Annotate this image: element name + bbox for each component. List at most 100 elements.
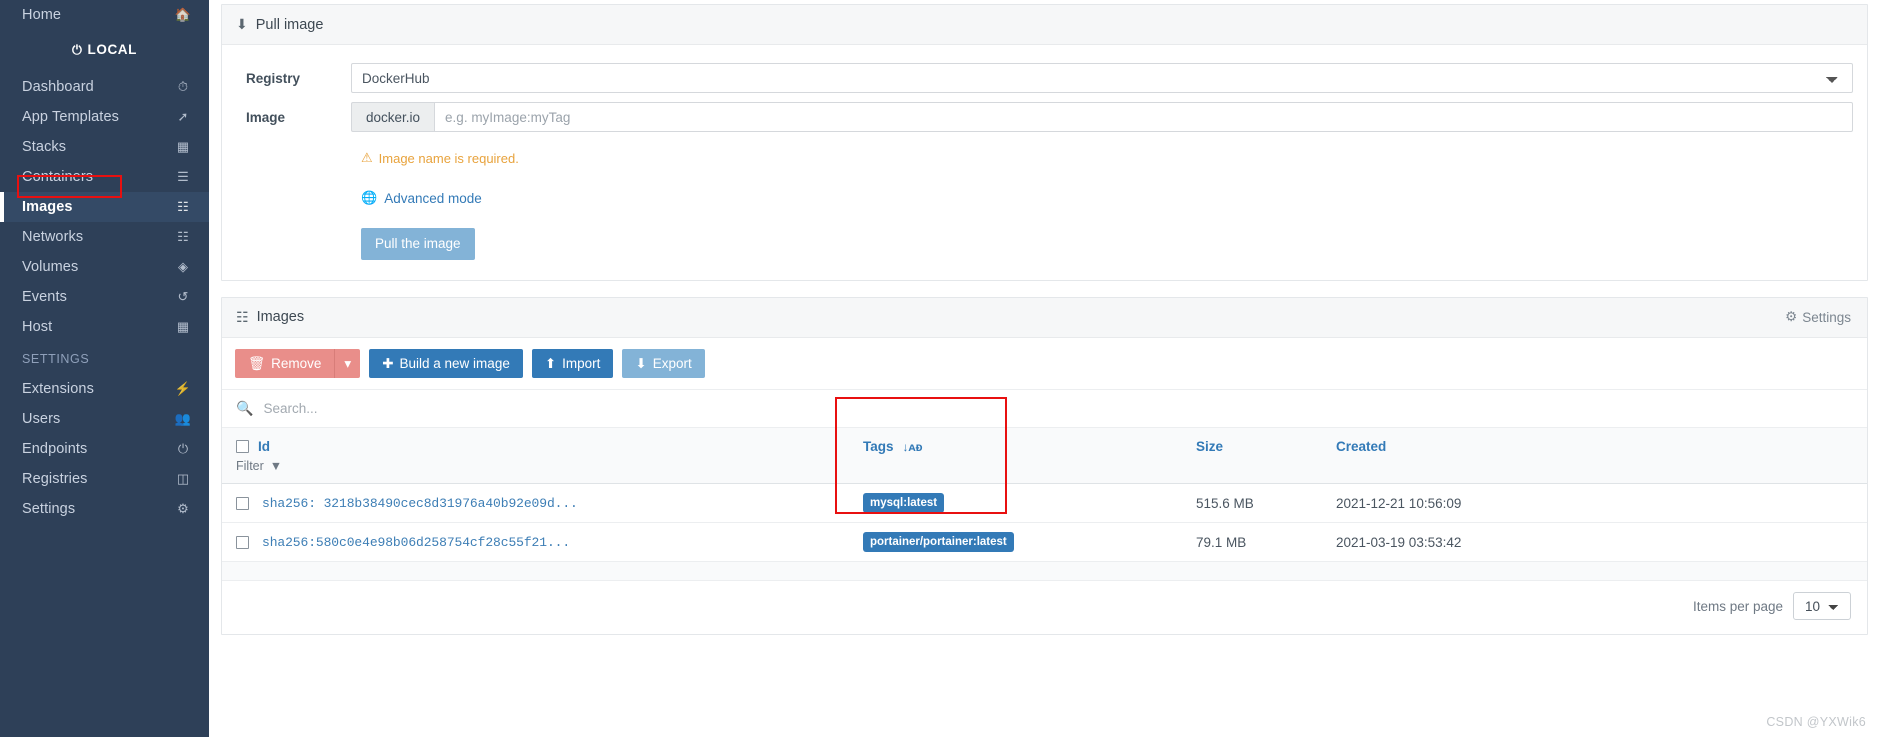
sidebar-item-users[interactable]: Users 👥 — [0, 404, 209, 434]
pull-the-image-button[interactable]: Pull the image — [361, 228, 475, 260]
trash-icon: 🗑 — [248, 355, 266, 371]
home-icon: 🏠 — [174, 7, 192, 22]
pull-the-image-label: Pull the image — [375, 236, 461, 251]
column-header-id-label: Id — [258, 439, 270, 454]
sidebar-item-settings[interactable]: Settings ⚙ — [0, 494, 209, 524]
sidebar-item-home[interactable]: Home 🏠 — [0, 0, 209, 30]
search-icon: 🔍 — [236, 400, 254, 416]
row-checkbox[interactable] — [236, 496, 249, 510]
sidebar-item-events[interactable]: Events ↺ — [0, 282, 209, 312]
cell-created: 2021-12-21 10:56:09 — [1322, 483, 1867, 524]
containers-icon: ☰ — [177, 169, 189, 184]
sidebar-item-networks[interactable]: Networks ☷ — [0, 222, 209, 252]
images-table-body: sha256: 3218b38490cec8d31976a40b92e09d..… — [222, 483, 1867, 582]
footer-cell — [222, 561, 837, 582]
images-panel-title: Images — [256, 309, 305, 325]
registry-label: Registry — [246, 70, 301, 86]
sidebar-item-images[interactable]: Images ☷ — [0, 192, 209, 222]
sidebar-item-label: Home — [22, 7, 62, 23]
remove-button[interactable]: 🗑 Remove — [235, 348, 335, 378]
sidebar-item-dashboard[interactable]: Dashboard ⏱ — [0, 72, 209, 102]
images-toolbar: 🗑 Remove ▾ ✚ Build a new image ⬆ Import — [222, 338, 1867, 390]
table-settings-button[interactable]: ⚙ Settings — [1785, 309, 1851, 325]
tag-badge[interactable]: portainer/portainer:latest — [863, 532, 1014, 553]
items-per-page-select[interactable]: 10 — [1793, 592, 1851, 621]
id-filter[interactable]: Filter ▼ — [236, 459, 831, 473]
upload-icon: ⬆ — [544, 355, 557, 371]
footer-cell — [1182, 561, 1322, 582]
pull-button-row: Pull the image — [236, 206, 1853, 264]
plug-icon: ⏻ — [177, 441, 189, 456]
images-icon: ☷ — [177, 199, 189, 214]
gear-icon: ⚙ — [1785, 309, 1798, 324]
images-panel: ☷ Images ⚙ Settings 🗑 Remove ▾ ✚ Build a… — [221, 296, 1868, 636]
rocket-icon: ➚ — [177, 109, 189, 124]
search-input[interactable] — [263, 401, 1853, 416]
image-id-link[interactable]: sha256:580c0e4e98b06d258754cf28c55f21... — [262, 535, 570, 550]
sidebar-item-label: Stacks — [22, 139, 67, 155]
download-icon: ⬇ — [635, 355, 647, 371]
image-name-input[interactable] — [434, 102, 1853, 132]
sidebar-item-endpoints[interactable]: Endpoints ⏻ — [0, 434, 209, 464]
images-search-bar[interactable]: 🔍 — [222, 389, 1867, 428]
column-header-size[interactable]: Size — [1182, 428, 1322, 484]
export-button[interactable]: ⬇ Export — [622, 348, 705, 378]
table-header-row: Id Filter ▼ Tags ↓ᴀᴆ Size Created — [222, 428, 1867, 484]
advanced-mode-label: Advanced mode — [384, 190, 482, 206]
column-header-tags[interactable]: Tags ↓ᴀᴆ — [837, 428, 1182, 484]
table-row[interactable]: sha256: 3218b38490cec8d31976a40b92e09d..… — [222, 483, 1867, 524]
advanced-mode-toggle[interactable]: 🌐 Advanced mode — [236, 166, 1853, 206]
column-header-size-label: Size — [1196, 439, 1224, 454]
sidebar-item-app-templates[interactable]: App Templates ➚ — [0, 102, 209, 132]
image-row: Image docker.io — [236, 102, 1853, 132]
images-table-head: Id Filter ▼ Tags ↓ᴀᴆ Size Created — [222, 428, 1867, 484]
footer-cell — [837, 561, 1182, 582]
sort-alpha-down-icon: ↓ᴀᴆ — [902, 439, 923, 454]
sidebar-item-label: Dashboard — [22, 79, 94, 95]
import-label: Import — [562, 355, 601, 371]
sidebar-item-label: App Templates — [22, 109, 119, 125]
column-header-created-label: Created — [1336, 439, 1387, 454]
sidebar-item-host[interactable]: Host ▦ — [0, 312, 209, 342]
sidebar-item-volumes[interactable]: Volumes ◈ — [0, 252, 209, 282]
registry-row: Registry DockerHub — [236, 63, 1853, 93]
tag-badge[interactable]: mysql:latest — [863, 493, 945, 514]
registry-select[interactable]: DockerHub — [351, 63, 1853, 93]
cell-size: 79.1 MB — [1182, 522, 1322, 563]
image-registry-addon: docker.io — [351, 102, 435, 132]
warning-icon: ⚠ — [361, 150, 373, 165]
globe-icon: 🌐 — [361, 190, 378, 205]
sidebar-item-stacks[interactable]: Stacks ▦ — [0, 132, 209, 162]
sidebar-item-extensions[interactable]: Extensions ⚡ — [0, 374, 209, 404]
image-name-error-text: Image name is required. — [378, 150, 519, 166]
sidebar: Home 🏠 ⏻ LOCAL Dashboard ⏱ App Templates … — [0, 0, 209, 737]
sidebar-item-registries[interactable]: Registries ◫ — [0, 464, 209, 494]
column-header-created[interactable]: Created — [1322, 428, 1867, 484]
image-id-link[interactable]: sha256: 3218b38490cec8d31976a40b92e09d..… — [262, 496, 578, 511]
caret-down-icon: ▾ — [344, 355, 352, 371]
import-button[interactable]: ⬆ Import — [531, 348, 614, 378]
volumes-icon: ◈ — [178, 259, 188, 274]
sidebar-item-label: Users — [22, 411, 61, 427]
table-row[interactable]: sha256:580c0e4e98b06d258754cf28c55f21...… — [222, 522, 1867, 563]
pull-image-panel-header: ⬇ Pull image — [222, 5, 1867, 45]
select-all-checkbox[interactable] — [236, 440, 249, 453]
funnel-icon: ▼ — [269, 459, 283, 473]
network-icon: ☷ — [177, 229, 189, 244]
database-icon: ◫ — [176, 471, 190, 486]
remove-button-group: 🗑 Remove ▾ — [235, 348, 361, 378]
cell-tags: mysql:latest — [837, 483, 1182, 524]
column-header-id[interactable]: Id Filter ▼ — [222, 428, 837, 484]
images-panel-header: ☷ Images ⚙ Settings — [222, 297, 1867, 338]
row-checkbox[interactable] — [236, 535, 249, 549]
bolt-icon: ⚡ — [174, 381, 192, 396]
stacks-icon: ▦ — [176, 139, 190, 154]
remove-dropdown-caret[interactable]: ▾ — [334, 348, 361, 378]
sidebar-item-containers[interactable]: Containers ☰ — [0, 162, 209, 192]
cell-size: 515.6 MB — [1182, 483, 1322, 524]
sidebar-item-label: Extensions — [22, 381, 94, 397]
sidebar-item-label: Host — [22, 319, 53, 335]
build-new-image-label: Build a new image — [399, 355, 510, 371]
column-header-tags-label: Tags — [863, 439, 894, 454]
build-new-image-button[interactable]: ✚ Build a new image — [369, 348, 523, 378]
